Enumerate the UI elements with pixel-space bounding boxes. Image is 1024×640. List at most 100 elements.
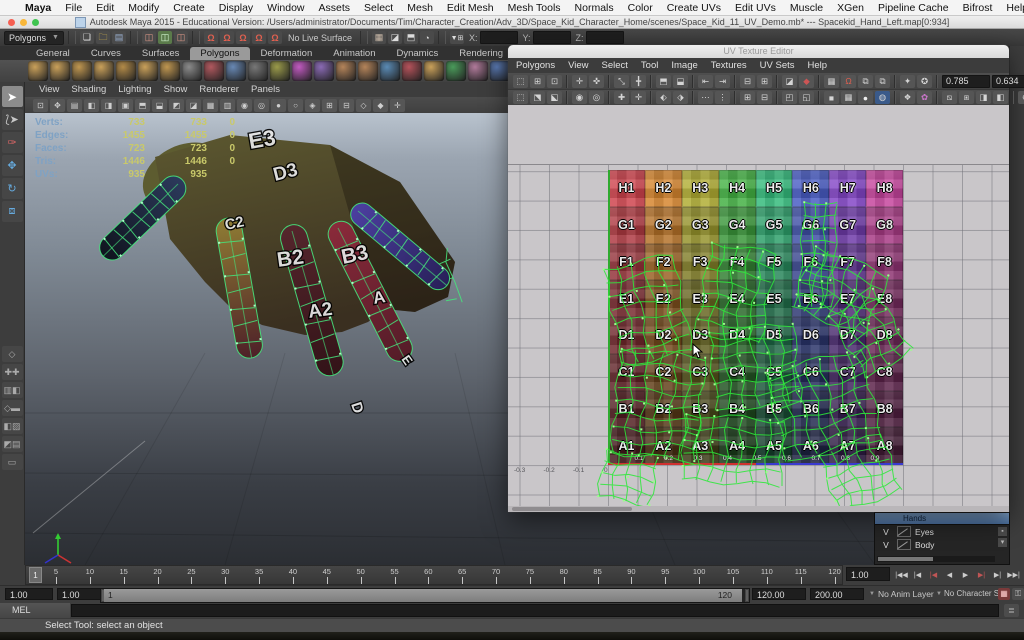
- layout-custom-button[interactable]: ▭: [2, 454, 23, 470]
- playback-end-field[interactable]: 120.00: [752, 588, 806, 600]
- uv-toolbar-icon[interactable]: ▦: [841, 91, 856, 104]
- auto-keyframe-icon[interactable]: ⚿: [1012, 588, 1024, 600]
- uv-toolbar-icon[interactable]: ⋮: [715, 91, 730, 104]
- select-hierarchy-icon[interactable]: ◫: [142, 31, 156, 44]
- shelf-tab-dynamics[interactable]: Dynamics: [387, 47, 449, 60]
- playback-button[interactable]: ▶|: [974, 568, 989, 583]
- uv-toolbar-icon[interactable]: ✦: [900, 75, 915, 88]
- uv-toolbar-icon[interactable]: ◍: [875, 91, 890, 104]
- mac-menu-maya[interactable]: Maya: [18, 2, 58, 14]
- panel-toolbar-icon[interactable]: ✥: [50, 99, 65, 112]
- uv-toolbar-icon[interactable]: ⬖: [656, 91, 671, 104]
- uv-toolbar-icon[interactable]: ◨: [976, 91, 991, 104]
- playback-button[interactable]: ◀: [942, 568, 957, 583]
- uv-toolbar-icon[interactable]: ⬔: [530, 91, 545, 104]
- uv-toolbar-icon[interactable]: ✪: [917, 75, 932, 88]
- mac-menu-help[interactable]: Help: [999, 2, 1024, 14]
- shelf-tab-surfaces[interactable]: Surfaces: [132, 47, 190, 60]
- animation-end-field[interactable]: 200.00: [810, 588, 864, 600]
- uv-toolbar-icon[interactable]: ✛: [572, 75, 587, 88]
- mac-menu-display[interactable]: Display: [212, 2, 260, 14]
- mac-menu-pipeline-cache[interactable]: Pipeline Cache: [871, 2, 956, 14]
- zoom-window-button[interactable]: [32, 19, 39, 26]
- mac-menu-window[interactable]: Window: [260, 2, 311, 14]
- layout-persp-graph-button[interactable]: ◧▨: [2, 418, 23, 434]
- select-tool-button[interactable]: ➤: [2, 86, 23, 107]
- input-line-toggle-icon[interactable]: ▼⊞: [450, 31, 464, 44]
- panel-toolbar-icon[interactable]: ◧: [84, 99, 99, 112]
- uv-toolbar-icon[interactable]: ◆: [799, 75, 814, 88]
- mac-menu-mesh[interactable]: Mesh: [400, 2, 440, 14]
- uv-toolbar-icon[interactable]: ⋯: [698, 91, 713, 104]
- shelf-icon[interactable]: [468, 61, 488, 81]
- panel-toolbar-icon[interactable]: ⊡: [33, 99, 48, 112]
- uv-toolbar-icon[interactable]: ⧉: [858, 75, 873, 88]
- mac-menu-edit[interactable]: Edit: [89, 2, 121, 14]
- panel-toolbar-icon[interactable]: ▣: [118, 99, 133, 112]
- panel-toolbar-icon[interactable]: ◨: [101, 99, 116, 112]
- shelf-tab-general[interactable]: General: [26, 47, 80, 60]
- current-frame-marker[interactable]: 1: [29, 567, 42, 583]
- shelf-icon[interactable]: [204, 61, 224, 81]
- panel-toolbar-icon[interactable]: ●: [271, 99, 286, 112]
- shelf-icon[interactable]: [358, 61, 378, 81]
- save-scene-icon[interactable]: ▤: [112, 31, 126, 44]
- uv-toolbar-icon[interactable]: ◉: [572, 91, 587, 104]
- mac-menu-file[interactable]: File: [58, 2, 89, 14]
- shelf-icon[interactable]: [380, 61, 400, 81]
- uv-toolbar-icon[interactable]: ◪: [782, 75, 797, 88]
- panel-toolbar-icon[interactable]: ◎: [254, 99, 269, 112]
- uv-toolbar-icon[interactable]: ✿: [917, 91, 932, 104]
- panel-toolbar-icon[interactable]: ⬒: [135, 99, 150, 112]
- uv-menu-select[interactable]: Select: [602, 60, 628, 71]
- panel-toolbar-icon[interactable]: ◈: [305, 99, 320, 112]
- panel-toolbar-icon[interactable]: ◩: [169, 99, 184, 112]
- uv-toolbar-icon[interactable]: ⧅: [942, 91, 957, 104]
- panel-menu-panels[interactable]: Panels: [251, 84, 280, 95]
- panel-menu-renderer[interactable]: Renderer: [199, 84, 239, 95]
- layout-persp-outliner-button[interactable]: ▥◧: [2, 382, 23, 398]
- uv-toolbar-icon[interactable]: ●: [858, 91, 873, 104]
- panel-toolbar-icon[interactable]: ◆: [373, 99, 388, 112]
- snap-point-icon[interactable]: Ω: [236, 31, 250, 44]
- command-line-language-button[interactable]: MEL: [0, 603, 70, 618]
- playback-button[interactable]: ▶|: [990, 568, 1005, 583]
- uv-texture-editor-window[interactable]: UV Texture Editor PolygonsViewSelectTool…: [508, 45, 1009, 512]
- command-line-input[interactable]: [71, 604, 999, 617]
- open-scene-icon[interactable]: 🗀: [96, 31, 110, 44]
- uv-toolbar-icon[interactable]: ⇥: [715, 75, 730, 88]
- mac-menu-bifrost[interactable]: Bifrost: [956, 2, 1000, 14]
- uv-toolbar-icon[interactable]: ✜: [589, 75, 604, 88]
- uv-toolbar-icon[interactable]: ⬒: [656, 75, 671, 88]
- uv-toolbar-icon[interactable]: ⬕: [547, 91, 562, 104]
- layout-hypershade-button[interactable]: ◩▤: [2, 436, 23, 452]
- uv-toolbar-icon[interactable]: ⊕: [1018, 91, 1024, 104]
- uv-menu-polygons[interactable]: Polygons: [516, 60, 555, 71]
- panel-toolbar-icon[interactable]: ▦: [203, 99, 218, 112]
- uv-value-field[interactable]: 0.785: [942, 75, 990, 88]
- paint-select-tool-button[interactable]: ✑: [2, 132, 23, 153]
- anim-layer-dropdown[interactable]: No Anim Layer: [878, 589, 934, 599]
- layer-row-body[interactable]: VBody: [875, 538, 1009, 551]
- panel-toolbar-icon[interactable]: ⊞: [322, 99, 337, 112]
- uv-toolbar-icon[interactable]: ⬗: [673, 91, 688, 104]
- render-view-icon[interactable]: ▦: [372, 31, 386, 44]
- snap-live-icon[interactable]: Ω: [268, 31, 282, 44]
- shelf-tab-curves[interactable]: Curves: [81, 47, 131, 60]
- shelf-icon[interactable]: [446, 61, 466, 81]
- time-slider[interactable]: 1 51015202530354045505560657075808590951…: [25, 565, 843, 585]
- layout-split-button[interactable]: ◇▬: [2, 400, 23, 416]
- layout-single-pane-button[interactable]: ◇: [2, 346, 23, 362]
- uv-toolbar-icon[interactable]: Ω: [841, 75, 856, 88]
- playback-button[interactable]: |◀◀: [894, 568, 909, 583]
- uv-toolbar-icon[interactable]: ◰: [782, 91, 797, 104]
- layers-h-scrollbar[interactable]: [877, 556, 995, 562]
- shelf-tab-polygons[interactable]: Polygons: [190, 47, 249, 60]
- uv-toolbar-icon[interactable]: ⊟: [740, 75, 755, 88]
- new-scene-icon[interactable]: ❏: [80, 31, 94, 44]
- shelf-icon[interactable]: [116, 61, 136, 81]
- panel-menu-lighting[interactable]: Lighting: [118, 84, 151, 95]
- layer-row-eyes[interactable]: VEyes: [875, 525, 1009, 538]
- shelf-icon[interactable]: [50, 61, 70, 81]
- layout-four-pane-button[interactable]: ✚✚: [2, 364, 23, 380]
